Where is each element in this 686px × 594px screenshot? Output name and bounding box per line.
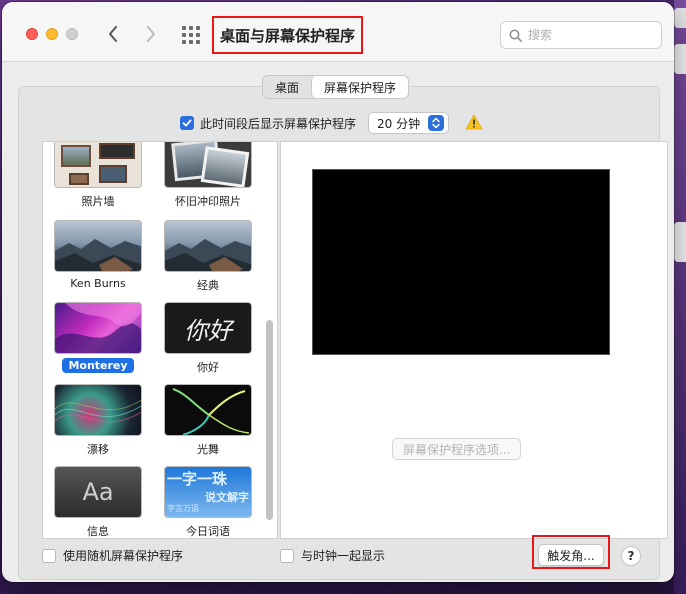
schedule-row: 此时间段后显示屏幕保护程序 20 分钟: [180, 112, 483, 134]
close-window-button[interactable]: [26, 28, 38, 40]
classic-thumbnail: [164, 220, 252, 272]
saver-label: 漂移: [87, 443, 109, 456]
tab-desktop[interactable]: 桌面: [263, 76, 311, 98]
screen-saver-item[interactable]: Aa 信息: [53, 466, 143, 538]
chevron-right-icon: [147, 26, 155, 42]
hello-thumb-text: 你好: [184, 316, 232, 345]
updown-arrows-icon: [428, 115, 445, 131]
hello-thumbnail: 你好: [164, 302, 252, 354]
screen-saver-item[interactable]: Ken Burns: [53, 220, 143, 291]
back-button[interactable]: [102, 22, 124, 46]
minimize-window-button[interactable]: [46, 28, 58, 40]
screen-saver-item[interactable]: 你好 你好: [163, 302, 253, 376]
screen-saver-item[interactable]: 一字一珠 说文解字 字言万语 今日词语: [163, 466, 253, 538]
hot-corners-button[interactable]: 触发角...: [538, 544, 604, 566]
desktop-item-partial: [674, 8, 686, 28]
show-clock-row[interactable]: 与时钟一起显示: [280, 547, 385, 564]
monterey-thumbnail: [54, 302, 142, 354]
word-thumb-small: 字言万语: [167, 504, 199, 513]
screen-saver-item[interactable]: 照片墙: [53, 142, 143, 210]
word-thumb-text: 一字一珠: [167, 470, 228, 488]
search-input[interactable]: [528, 28, 648, 42]
show-after-label: 此时间段后显示屏幕保护程序: [200, 116, 357, 131]
flurry-thumbnail: [164, 384, 252, 436]
screen-saver-list[interactable]: 照片墙 怀旧冲印照片 Ken Burns 经典 Monterey 你好 你好 漂…: [42, 141, 278, 539]
checkmark-icon: [182, 119, 192, 127]
show-all-grid-button[interactable]: [180, 24, 202, 46]
word-of-the-day-thumbnail: 一字一珠 说文解字 字言万语: [164, 466, 252, 518]
list-scrollbar[interactable]: [266, 320, 273, 520]
warning-icon[interactable]: [465, 114, 483, 133]
photo-wall-thumbnail: [54, 142, 142, 188]
saver-label: 你好: [197, 361, 219, 374]
word-thumb-sub: 说文解字: [205, 491, 249, 504]
screen-saver-item-selected[interactable]: Monterey: [53, 302, 143, 373]
zoom-window-button[interactable]: [66, 28, 78, 40]
random-saver-row[interactable]: 使用随机屏幕保护程序: [42, 547, 183, 564]
random-saver-label: 使用随机屏幕保护程序: [63, 549, 184, 563]
screen-saver-item[interactable]: 光舞: [163, 384, 253, 458]
segmented-tabs: 桌面 屏幕保护程序: [262, 75, 410, 99]
search-field[interactable]: [500, 21, 662, 49]
ken-burns-thumbnail: [54, 220, 142, 272]
screen-saver-item[interactable]: 怀旧冲印照片: [163, 142, 253, 210]
show-clock-checkbox[interactable]: [280, 548, 294, 563]
saver-label: 经典: [197, 279, 219, 292]
drift-thumbnail: [54, 384, 142, 436]
duration-popup[interactable]: 20 分钟: [368, 112, 450, 134]
saver-label: 怀旧冲印照片: [175, 195, 241, 208]
saver-label-selected: Monterey: [62, 358, 134, 373]
screen-saver-item[interactable]: 经典: [163, 220, 253, 294]
search-icon: [509, 29, 522, 42]
saver-label: 今日词语: [186, 525, 230, 538]
message-thumb-text: Aa: [82, 478, 114, 506]
show-clock-label: 与时钟一起显示: [301, 549, 386, 563]
message-thumbnail: Aa: [54, 466, 142, 518]
desktop-item-partial: [674, 44, 686, 74]
chevron-left-icon: [109, 26, 117, 42]
desktop-item-partial: [674, 222, 686, 262]
saver-label: 照片墙: [81, 195, 115, 208]
title-bar: 桌面与屏幕保护程序: [2, 2, 674, 62]
help-button[interactable]: ?: [621, 546, 641, 566]
forward-button[interactable]: [140, 22, 162, 46]
saver-label: Ken Burns: [70, 277, 126, 290]
screen-saver-item[interactable]: 漂移: [53, 384, 143, 458]
window-title: 桌面与屏幕保护程序: [212, 16, 364, 54]
tab-screen-saver[interactable]: 屏幕保护程序: [311, 76, 409, 98]
show-after-checkbox[interactable]: [180, 116, 194, 130]
saver-label: 信息: [87, 525, 109, 538]
desktop-background: [674, 0, 686, 594]
screen-saver-options-button[interactable]: 屏幕保护程序选项...: [392, 438, 522, 460]
duration-value: 20 分钟: [377, 116, 421, 131]
screen-saver-preview: [312, 169, 610, 355]
vintage-prints-thumbnail: [164, 142, 252, 188]
saver-label: 光舞: [197, 443, 219, 456]
random-saver-checkbox[interactable]: [42, 548, 56, 563]
